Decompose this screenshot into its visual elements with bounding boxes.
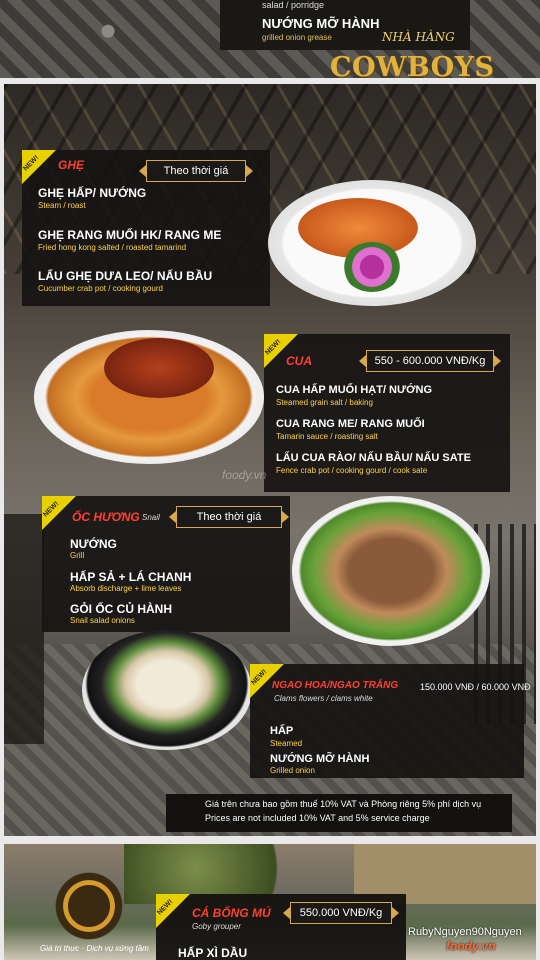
clam-pot-image <box>82 630 252 750</box>
crab-shell <box>104 338 214 398</box>
ngao-item-1: HẤP <box>270 725 294 737</box>
cua-item-2: CUA RANG ME/ RANG MUỐI <box>276 418 425 430</box>
ghe-item-2: GHẸ RANG MUỐI HK/ RANG ME <box>38 228 222 242</box>
price-note-vn: Giá trên chưa bao gồm thuế 10% VAT và Ph… <box>205 799 482 809</box>
ghe-title: GHẸ <box>58 158 85 172</box>
cua-item-2-desc: Tamarin sauce / roasting salt <box>276 432 378 441</box>
ngao-item-2-desc: Grilled onion <box>270 766 315 775</box>
ngao-item-2: NƯỚNG MỠ HÀNH <box>270 753 370 765</box>
restaurant-logo: COWBOYS <box>330 52 495 83</box>
fried-crab-image <box>34 330 264 464</box>
oc-huong-item-2: HẤP SẢ + LÁ CHANH <box>70 570 192 584</box>
ca-bong-mu-subtitle: Goby grouper <box>192 922 241 931</box>
restaurant-emblem-logo <box>48 870 130 942</box>
cua-item-3-desc: Fence crab pot / cooking gourd / cook sa… <box>276 466 428 475</box>
logo-tagline: Giá trị thực · Dịch vụ xứng tầm <box>40 944 149 953</box>
ghe-item-1: GHẸ HẤP/ NƯỚNG <box>38 186 147 200</box>
oc-huong-item-1-desc: Grill <box>70 551 85 560</box>
top-menu-item: NƯỚNG MỠ HÀNH <box>262 16 380 31</box>
oc-huong-subtitle: Snail <box>142 513 160 522</box>
ngao-price: 150.000 VNĐ / 60.000 VNĐ <box>420 682 531 692</box>
cua-item-1-desc: Steamed grain salt / baking <box>276 398 373 407</box>
oc-huong-item-2-desc: Absorb discharge + lime leaves <box>70 584 182 593</box>
ca-bong-mu-title: CÁ BỐNG MÚ <box>192 906 271 920</box>
orchid-garnish <box>342 242 402 292</box>
ca-bong-mu-item-1: HẤP XÌ DẦU <box>178 946 248 960</box>
cua-price: 550 - 600.000 VNĐ/Kg <box>359 350 501 372</box>
top-menu-line: salad / porridge <box>262 0 325 10</box>
ghe-item-3: LẨU GHẸ DƯA LEO/ NẤU BẦU <box>38 269 213 283</box>
ghe-item-2-desc: Fried hong kong salted / roasted tamarin… <box>38 243 187 252</box>
top-menu-item-desc: grilled onion grease <box>262 33 332 42</box>
snail-plate-image <box>292 496 490 646</box>
oc-huong-item-3: GỎI ỐC CỦ HÀNH <box>70 602 172 616</box>
watermark-brand: foody.vn <box>446 939 496 953</box>
cua-title: CUA <box>286 354 312 368</box>
restaurant-logo-prefix: NHÀ HÀNG <box>382 30 455 44</box>
cua-item-3: LẨU CUA RÀO/ NẤU BẦU/ NẤU SATE <box>276 452 471 464</box>
foody-watermark-center: foody.vn <box>222 468 267 482</box>
ngao-title: NGAO HOA/NGAO TRẮNG <box>272 680 399 691</box>
ca-bong-mu-price: 550.000 VNĐ/Kg <box>283 902 399 924</box>
ghe-price: Theo thời giá <box>139 160 253 182</box>
price-note-en: Prices are not included 10% VAT and 5% s… <box>205 813 430 823</box>
oc-huong-price: Theo thời giá <box>169 506 289 528</box>
ghe-item-3-desc: Cucumber crab pot / cooking gourd <box>38 284 163 293</box>
oc-huong-item-3-desc: Snail salad onions <box>70 616 135 625</box>
ngao-subtitle: Clams flowers / clams white <box>274 694 373 703</box>
oc-huong-item-1: NƯỚNG <box>70 537 117 551</box>
chair-silhouette-left <box>4 514 44 744</box>
ghe-item-1-desc: Steam / roast <box>38 201 86 210</box>
watermark-user: RubyNguyen90Nguyen <box>408 926 522 938</box>
crab-plate-image <box>268 180 476 306</box>
ngao-item-1-desc: Steamed <box>270 739 303 748</box>
oc-huong-title: ỐC HƯƠNG <box>72 510 140 524</box>
cua-item-1: CUA HẤP MUỐI HẠT/ NƯỚNG <box>276 384 433 396</box>
